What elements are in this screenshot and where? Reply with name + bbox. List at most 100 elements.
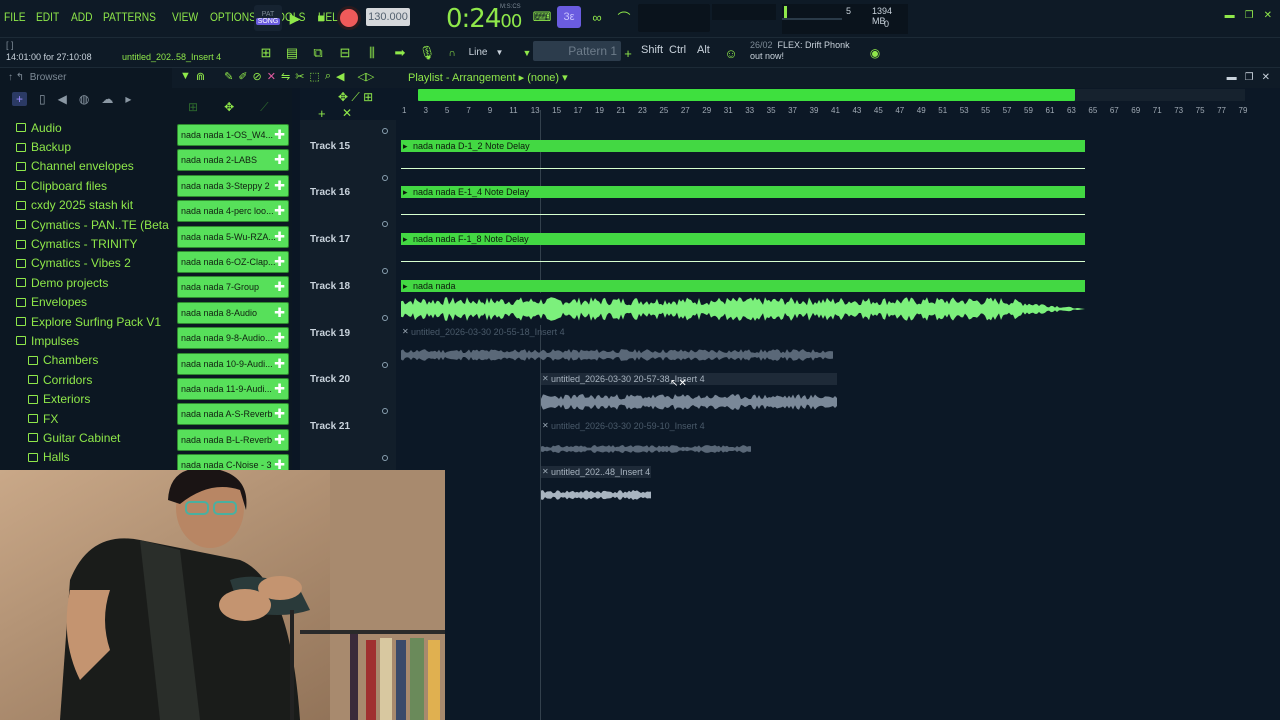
channel-plus-icon[interactable]: ✚ (274, 330, 285, 346)
channel-button[interactable]: nada nada 3-Steppy 2 ✚ (177, 174, 289, 197)
arrow-right-icon[interactable]: ➡ (389, 42, 411, 64)
audio-clip-green[interactable]: nada nada (401, 280, 1085, 292)
channel-button[interactable]: nada nada 10-9-Audi... ✚ (177, 352, 289, 375)
track-mute-toggle[interactable] (382, 315, 388, 321)
typing-keyboard-icon[interactable]: ⌨ (531, 7, 553, 27)
shift-key[interactable]: Shift (641, 44, 663, 56)
channel-button[interactable]: nada nada 6-OZ-Clap... ✚ (177, 250, 289, 273)
paint-tool-icon[interactable]: ✐ (238, 70, 247, 83)
track-mute-toggle[interactable] (382, 362, 388, 368)
channel-button[interactable]: nada nada B-L-Reverb ✚ (177, 428, 289, 451)
channel-plus-icon[interactable]: ✚ (274, 279, 285, 295)
track-mute-toggle[interactable] (382, 408, 388, 414)
record-button[interactable] (337, 6, 361, 30)
playlist-maximize-icon[interactable]: ❐ (1245, 72, 1254, 83)
arrow-back-icon[interactable]: ↰ (16, 72, 24, 83)
audio-clip[interactable]: untitled_202..48_Insert 4 (541, 466, 651, 478)
piano-roll-icon[interactable]: ▤ (281, 42, 303, 64)
automation-clip[interactable]: nada nada F-1_8 Note Delay (401, 233, 1085, 245)
playback-tool-icon[interactable]: ◀ (336, 70, 344, 83)
track-label[interactable]: Track 18 (310, 281, 350, 292)
channel-plus-icon[interactable]: ✚ (274, 432, 285, 448)
playhead[interactable] (540, 110, 541, 720)
browser-plugin-icon[interactable]: ◍ (79, 92, 89, 106)
channel-plus-icon[interactable]: ✚ (274, 305, 285, 321)
playlist-nav-icon[interactable]: ◁▷ (357, 70, 374, 83)
automation-clip[interactable]: nada nada E-1_4 Note Delay (401, 186, 1085, 198)
channel-plus-icon[interactable]: ✚ (274, 127, 285, 143)
track-label[interactable]: Track 16 (310, 187, 350, 198)
delete-tool-icon[interactable]: ⊘ (253, 70, 262, 83)
channel-rack-icon[interactable]: ⧉ (307, 42, 329, 64)
add-track-icon[interactable]: + (318, 106, 326, 121)
tempo-field[interactable]: 130.000 (366, 8, 410, 26)
microphone-icon[interactable]: 🎙 (416, 42, 438, 64)
track-label[interactable]: Track 19 (310, 328, 350, 339)
group-icon[interactable]: ✥ (224, 100, 234, 115)
scrollbar-thumb[interactable] (418, 89, 1075, 101)
channel-button[interactable]: nada nada A-S-Reverb ✚ (177, 403, 289, 426)
add-pattern-icon[interactable]: + (617, 42, 639, 64)
graph-icon[interactable]: ⊞ (188, 100, 198, 115)
track-mute-toggle[interactable] (382, 221, 388, 227)
playlist-close-icon[interactable]: ✕ (1262, 72, 1270, 83)
slip-tool-icon[interactable]: ⇋ (281, 70, 290, 83)
mixer-icon[interactable]: ⊟ (334, 42, 356, 64)
track-mute-toggle[interactable] (382, 128, 388, 134)
channel-button[interactable]: nada nada 2-LABS ✚ (177, 149, 289, 172)
recording-mode-icon[interactable]: ∞ (586, 7, 608, 27)
pat-song-toggle[interactable]: PAT SONG (254, 5, 282, 31)
snap-selector[interactable]: Line ▼ (460, 44, 512, 60)
automation-clip[interactable]: nada nada D-1_2 Note Delay (401, 140, 1085, 152)
menu-options[interactable]: OPTIONS (210, 10, 256, 24)
channel-plus-icon[interactable]: ✚ (274, 356, 285, 372)
track-label[interactable]: Track 21 (310, 421, 350, 432)
channel-button[interactable]: nada nada 9-8-Audio... ✚ (177, 327, 289, 350)
arrow-up-icon[interactable]: ↑ (8, 72, 13, 83)
mixer-faders-icon[interactable]: ⫼ (361, 42, 383, 64)
arrangement-name[interactable]: (none) (527, 72, 559, 84)
channel-plus-icon[interactable]: ✚ (274, 203, 285, 219)
channel-button[interactable]: nada nada 5-Wu-RZA... ✚ (177, 225, 289, 248)
audio-clip[interactable]: untitled_2026-03-30 20-55-18_Insert 4 (401, 326, 833, 338)
song-position[interactable]: 0:2400 (446, 4, 522, 34)
channel-plus-icon[interactable]: ✚ (274, 381, 285, 397)
browser-files-icon[interactable]: ▯ (39, 92, 46, 106)
channel-button[interactable]: nada nada 7-Group ✚ (177, 276, 289, 299)
channel-plus-icon[interactable]: ✚ (274, 406, 285, 422)
browser-speaker-icon[interactable]: ◀ (58, 92, 67, 106)
channel-button[interactable]: nada nada 11-9-Audi... ✚ (177, 377, 289, 400)
select-tool-icon[interactable]: ⬚ (309, 70, 319, 83)
news-icon[interactable]: ☺ (720, 42, 742, 64)
menu-view[interactable]: VIEW (172, 10, 198, 24)
channel-plus-icon[interactable]: ✚ (274, 178, 285, 194)
play-button[interactable]: ▶ (286, 8, 304, 28)
playlist-menu-icon[interactable]: ▼ (180, 70, 191, 83)
stop-button[interactable]: ■ (312, 8, 330, 28)
magnet-snap-icon[interactable]: ⋒ (196, 70, 205, 83)
mute-tool-icon[interactable]: ✕ (267, 70, 276, 83)
menu-edit[interactable]: EDIT (36, 10, 59, 24)
ctrl-key[interactable]: Ctrl (669, 44, 686, 56)
browser-next-icon[interactable]: ▸ (125, 92, 131, 106)
pattern-selector[interactable]: Pattern 1 (533, 41, 621, 61)
channel-button[interactable]: nada nada 4-perc loo... ✚ (177, 200, 289, 223)
zoom-tool-icon[interactable]: ⌕ (325, 70, 331, 83)
browser-cloud-icon[interactable]: ☁ (101, 92, 113, 106)
channel-button[interactable]: nada nada 1-OS_W4... ✚ (177, 124, 289, 146)
browser-all-icon[interactable]: + (12, 92, 28, 106)
close-icon[interactable]: ✕ (1264, 10, 1272, 21)
playlist-minimize-icon[interactable]: ▬ (1227, 72, 1237, 83)
remove-track-icon[interactable]: ✕ (342, 106, 352, 120)
track-mute-toggle[interactable] (382, 455, 388, 461)
step-edit-icon[interactable]: 3ε (557, 6, 581, 28)
track-mute-toggle[interactable] (382, 268, 388, 274)
track-label[interactable]: Track 15 (310, 141, 350, 152)
channel-button[interactable]: nada nada 8-Audio ✚ (177, 301, 289, 324)
track-label[interactable]: Track 17 (310, 234, 350, 245)
menu-patterns[interactable]: PATTERNS (103, 10, 156, 24)
playlist-icon[interactable]: ⊞ (255, 42, 277, 64)
pen-icon[interactable]: ⟋ (260, 100, 268, 115)
maximize-icon[interactable]: ❐ (1245, 10, 1254, 21)
channel-plus-icon[interactable]: ✚ (274, 152, 285, 168)
